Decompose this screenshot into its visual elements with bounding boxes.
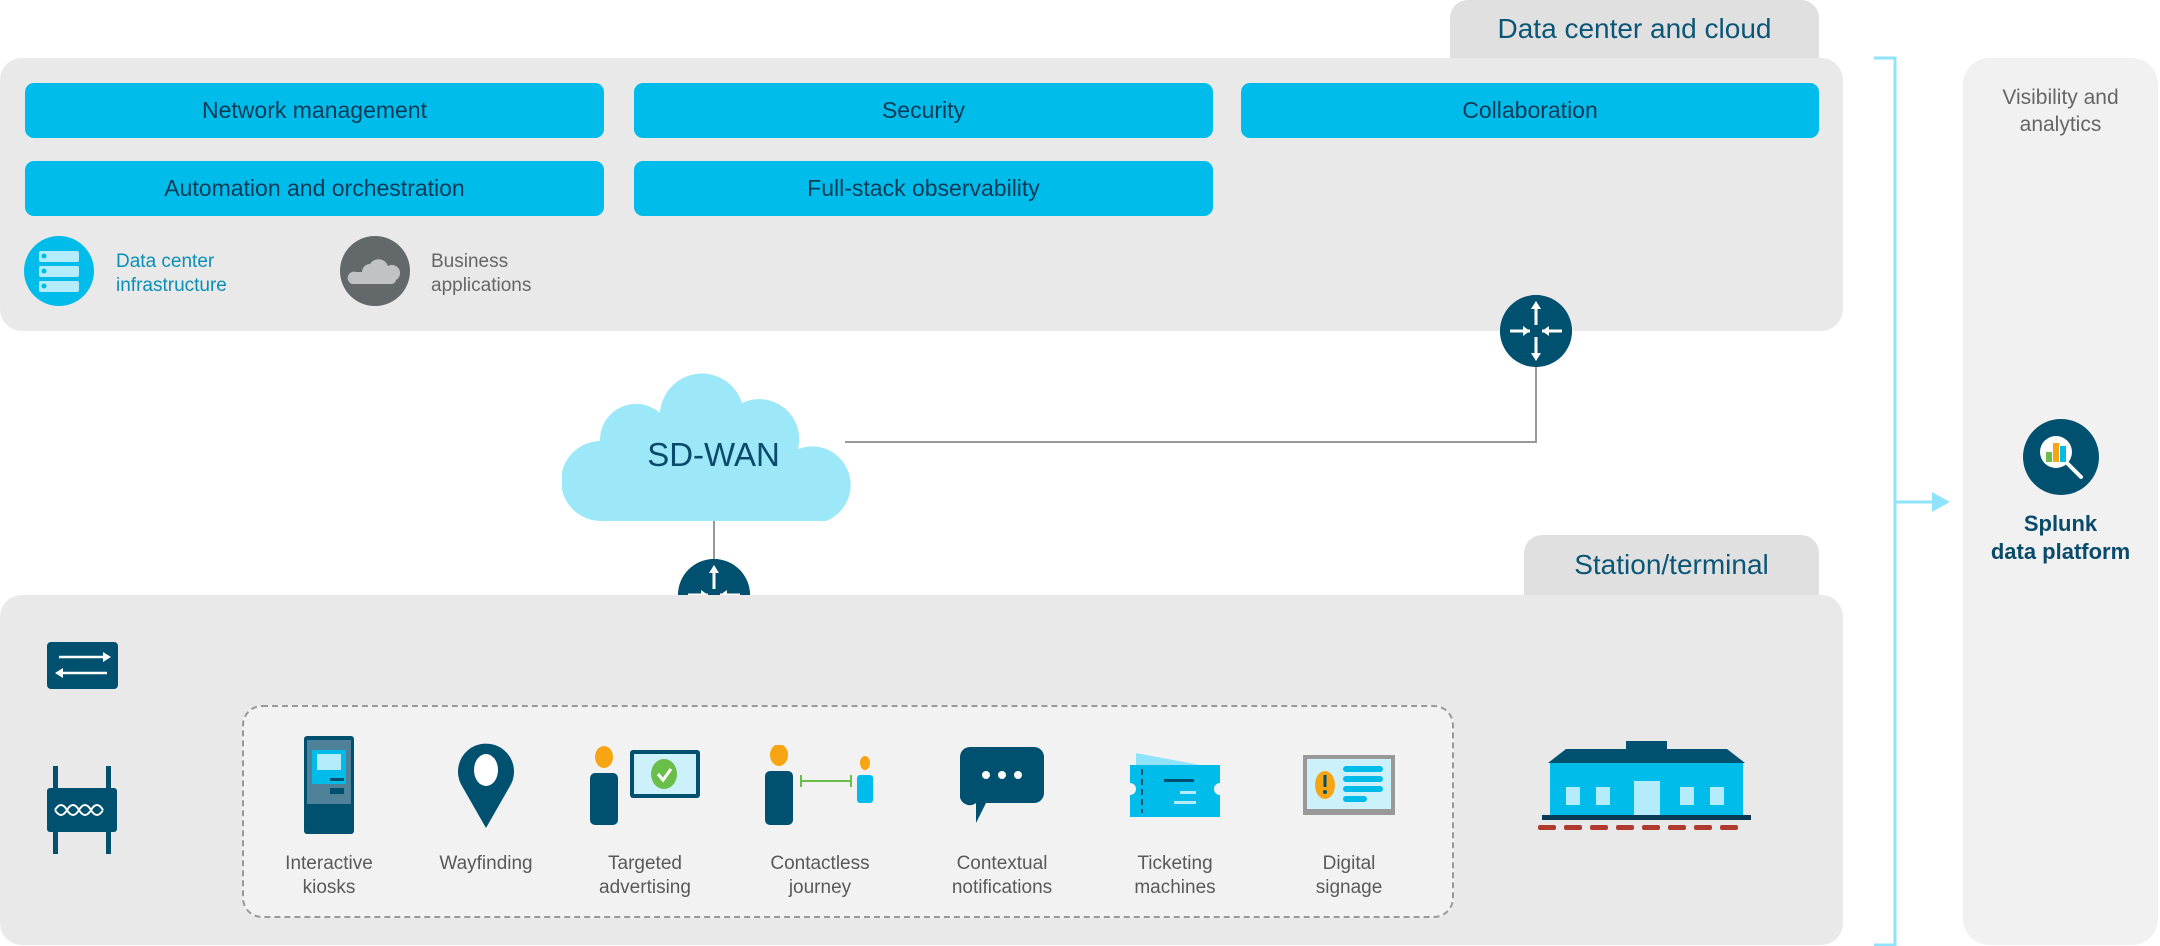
- kiosk-icon: [304, 736, 354, 834]
- sd-wan-label: SD-WAN: [647, 436, 780, 473]
- item-interactive-kiosks[interactable]: Interactive kiosks: [249, 730, 409, 900]
- router-icon[interactable]: [1500, 295, 1572, 367]
- arrow-icon: [1932, 492, 1950, 512]
- item-label: notifications: [951, 877, 1053, 898]
- item-label: journey: [788, 877, 852, 898]
- observability-button[interactable]: Full-stack observability: [634, 161, 1213, 216]
- item-label: Contactless: [770, 853, 870, 874]
- item-wayfinding[interactable]: Wayfinding: [406, 730, 566, 876]
- item-label: Wayfinding: [439, 853, 533, 874]
- map-pin-icon: [458, 743, 514, 828]
- ticket-icon: [1130, 753, 1220, 817]
- splunk-label-line: data platform: [1990, 539, 2131, 564]
- collaboration-button[interactable]: Collaboration: [1241, 83, 1819, 138]
- item-label: Targeted: [608, 853, 682, 874]
- advertising-icon: [590, 746, 700, 825]
- splunk-label-line: Splunk: [2023, 511, 2098, 536]
- automation-button[interactable]: Automation and orchestration: [25, 161, 604, 216]
- item-label: Interactive: [285, 853, 373, 874]
- apps-label-line: Business: [431, 251, 509, 272]
- apps-label: Business applications: [431, 250, 531, 298]
- chat-icon: [960, 747, 1044, 823]
- item-ticketing-machines[interactable]: Ticketing machines: [1095, 730, 1255, 900]
- item-targeted-advertising[interactable]: Targeted advertising: [565, 730, 725, 900]
- signage-icon: [1303, 755, 1395, 815]
- analytics-title-line: analytics: [2019, 113, 2102, 136]
- station-tab: Station/terminal: [1524, 535, 1819, 595]
- switch-icon[interactable]: [47, 642, 118, 689]
- analytics-panel: [1963, 58, 2158, 945]
- item-label: Contextual: [956, 853, 1048, 874]
- analytics-title-line: Visibility and: [2002, 86, 2119, 109]
- item-contextual-notifications[interactable]: Contextual notifications: [922, 730, 1082, 900]
- distance-icon: [765, 745, 873, 825]
- item-label: Ticketing: [1137, 853, 1213, 874]
- security-button[interactable]: Security: [634, 83, 1213, 138]
- analytics-title: Visibility and analytics: [1963, 84, 2158, 138]
- bracket: [1874, 56, 1897, 946]
- network-management-button[interactable]: Network management: [25, 83, 604, 138]
- data-center-tab: Data center and cloud: [1450, 0, 1819, 58]
- access-point-icon[interactable]: [47, 766, 117, 854]
- infra-label: Data center infrastructure: [116, 250, 227, 298]
- cloud-icon: [340, 236, 410, 306]
- item-label: signage: [1315, 877, 1383, 898]
- apps-label-line: applications: [431, 275, 532, 296]
- train-station-icon: [1538, 741, 1751, 830]
- item-label: kiosks: [302, 877, 356, 898]
- item-label: Digital: [1322, 853, 1376, 874]
- splunk-search-icon[interactable]: [2023, 419, 2099, 495]
- splunk-label: Splunk data platform: [1963, 510, 2158, 566]
- item-label: machines: [1134, 877, 1216, 898]
- item-digital-signage[interactable]: Digital signage: [1269, 730, 1429, 900]
- item-label: advertising: [599, 877, 691, 898]
- infra-label-line: Data center: [116, 251, 215, 272]
- item-contactless-journey[interactable]: Contactless journey: [740, 730, 900, 900]
- infra-label-line: infrastructure: [116, 275, 227, 296]
- server-icon: [24, 236, 94, 306]
